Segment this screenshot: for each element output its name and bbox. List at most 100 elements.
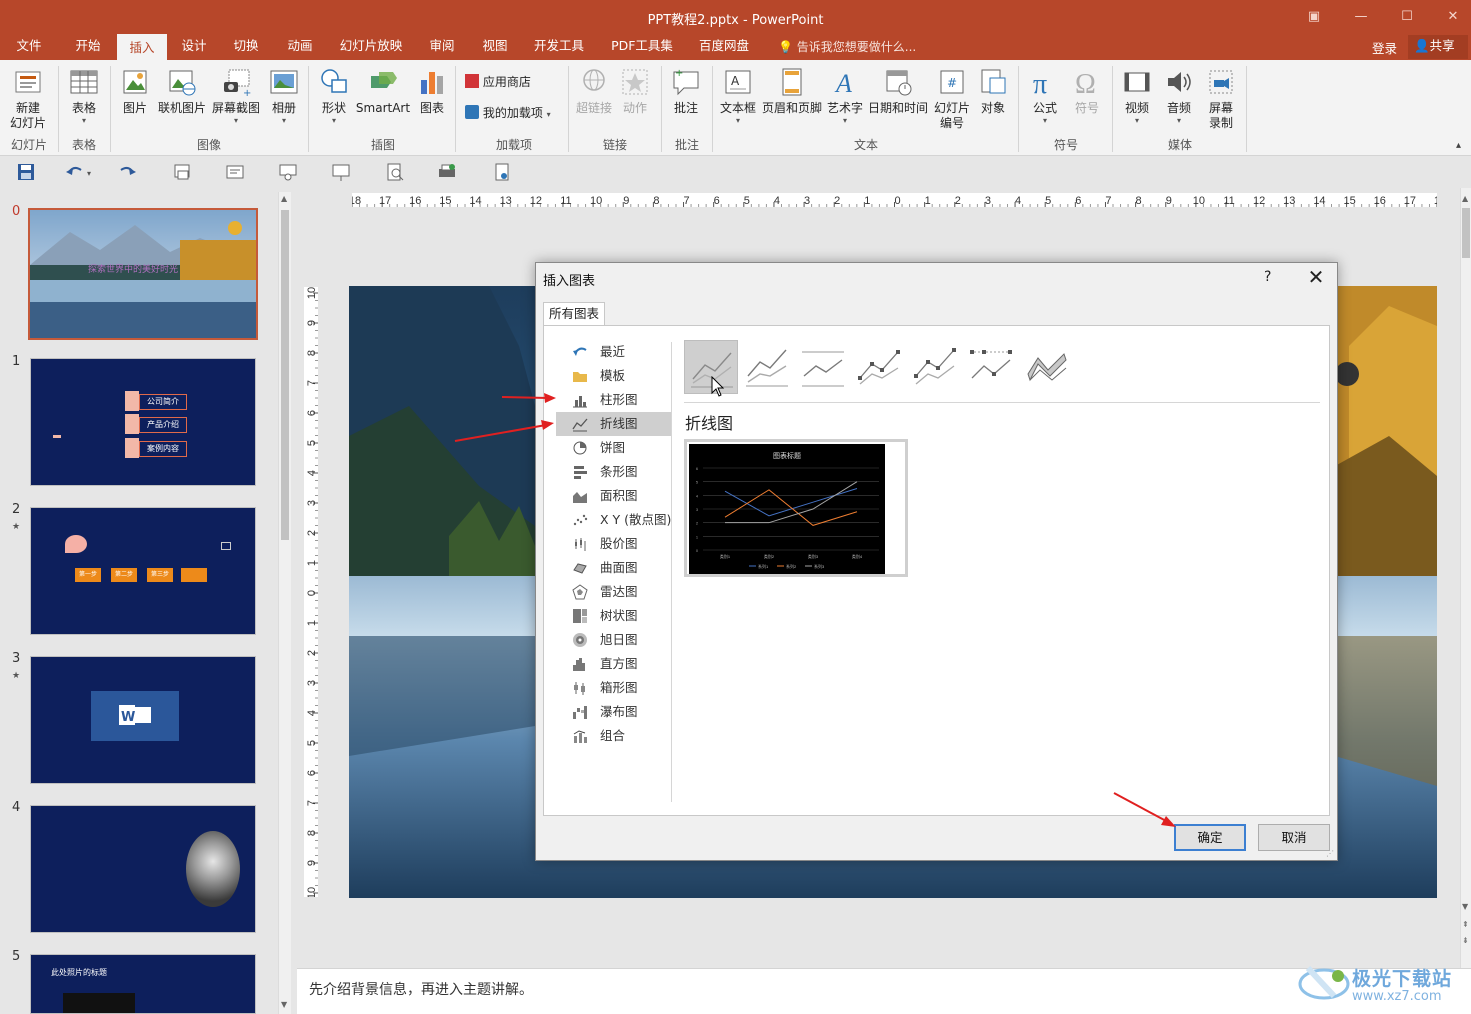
slide-thumbnail-3[interactable]: W bbox=[30, 656, 256, 784]
tab-home[interactable]: 开始 bbox=[64, 34, 112, 60]
category-pie[interactable]: 饼图 bbox=[556, 436, 672, 460]
category-combo[interactable]: 组合 bbox=[556, 724, 672, 748]
scroll-down-icon[interactable]: ▼ bbox=[281, 1000, 287, 1009]
online-picture-button[interactable]: 联机图片 bbox=[156, 66, 208, 116]
textbox-button[interactable]: A 文本框 ▾ bbox=[718, 66, 758, 125]
cancel-button[interactable]: 取消 bbox=[1258, 824, 1330, 851]
editor-scrollbar[interactable]: ▲ ▼ ⇞ ⇟ bbox=[1460, 188, 1471, 968]
thumbnails-scrollbar[interactable]: ▲ ▼ bbox=[278, 192, 291, 1014]
category-histogram[interactable]: 直方图 bbox=[556, 652, 672, 676]
tab-insert[interactable]: 插入 bbox=[117, 34, 167, 60]
collapse-ribbon-icon[interactable]: ▴ bbox=[1456, 140, 1461, 151]
store-button[interactable]: 应用商店 bbox=[465, 74, 561, 90]
category-stock[interactable]: 股价图 bbox=[556, 532, 672, 556]
category-surface[interactable]: 曲面图 bbox=[556, 556, 672, 580]
tab-view[interactable]: 视图 bbox=[473, 34, 517, 60]
category-scatter[interactable]: X Y (散点图) bbox=[556, 508, 672, 532]
tab-baidu-netdisk[interactable]: 百度网盘 bbox=[692, 34, 756, 60]
tab-developer[interactable]: 开发工具 bbox=[527, 34, 591, 60]
save-icon[interactable] bbox=[16, 162, 36, 182]
category-boxwhisker[interactable]: 箱形图 bbox=[556, 676, 672, 700]
my-addins-button[interactable]: 我的加载项 ▾ bbox=[465, 105, 565, 122]
scroll-up-icon[interactable]: ▲ bbox=[1462, 194, 1468, 203]
category-column[interactable]: 柱形图 bbox=[556, 388, 672, 412]
subtype-3d-line[interactable] bbox=[1020, 340, 1074, 394]
undo-icon[interactable]: ▾ bbox=[64, 162, 94, 182]
close-icon[interactable]: ✕ bbox=[1304, 265, 1328, 289]
subtype-stacked-line-markers[interactable] bbox=[908, 340, 962, 394]
scroll-thumb[interactable] bbox=[1462, 208, 1470, 258]
header-footer-button[interactable]: 页眉和页脚 bbox=[760, 66, 824, 116]
category-waterfall[interactable]: 瀑布图 bbox=[556, 700, 672, 724]
scroll-down-icon[interactable]: ▼ bbox=[1462, 902, 1468, 911]
tab-review[interactable]: 审阅 bbox=[420, 34, 464, 60]
layout-icon[interactable] bbox=[225, 162, 245, 182]
tab-file[interactable]: 文件 bbox=[8, 34, 50, 60]
slide-number-button[interactable]: # 幻灯片 编号 bbox=[932, 66, 972, 131]
slide-thumbnail-5[interactable]: 此处照片的标题 bbox=[30, 954, 256, 1014]
category-sunburst[interactable]: 旭日图 bbox=[556, 628, 672, 652]
print-icon[interactable] bbox=[437, 162, 457, 182]
tab-all-charts[interactable]: 所有图表 bbox=[543, 302, 605, 326]
slide-thumbnail-0[interactable]: 探索世界中的美好时光 bbox=[28, 208, 258, 340]
screen-record-button[interactable]: 屏幕 录制 bbox=[1202, 66, 1240, 131]
tell-me-box[interactable]: 💡 告诉我您想要做什么... bbox=[778, 38, 916, 55]
video-button[interactable]: 视频 ▾ bbox=[1118, 66, 1156, 125]
help-button[interactable]: ? bbox=[1264, 269, 1271, 285]
action-button[interactable]: 动作 bbox=[616, 66, 654, 116]
object-button[interactable]: 对象 bbox=[974, 66, 1012, 116]
tab-pdf-tools[interactable]: PDF工具集 bbox=[603, 34, 681, 60]
smartart-button[interactable]: SmartArt bbox=[354, 66, 412, 116]
notes-text[interactable]: 先介绍背景信息，再进入主题讲解。 bbox=[309, 979, 533, 999]
resize-grip-icon[interactable]: ⋰ bbox=[1326, 849, 1334, 858]
screenshot-button[interactable]: + 屏幕截图 ▾ bbox=[209, 66, 263, 125]
tab-animations[interactable]: 动画 bbox=[278, 34, 322, 60]
album-button[interactable]: 相册 ▾ bbox=[264, 66, 304, 125]
chart-button[interactable]: 图表 bbox=[413, 66, 451, 116]
minimize-button[interactable]: — bbox=[1350, 6, 1372, 28]
presenter-icon[interactable] bbox=[331, 162, 351, 182]
restore-ribbon-icon[interactable]: ▣ bbox=[1303, 6, 1325, 28]
redo-icon[interactable] bbox=[118, 162, 138, 182]
datetime-button[interactable]: 日期和时间 bbox=[866, 66, 930, 116]
slide-thumbnail-4[interactable] bbox=[30, 805, 256, 933]
share-button[interactable]: 👤共享 bbox=[1408, 35, 1468, 59]
category-templates[interactable]: 模板 bbox=[556, 364, 672, 388]
subtype-line-markers[interactable] bbox=[852, 340, 906, 394]
shapes-button[interactable]: 形状 ▾ bbox=[314, 66, 354, 125]
close-window-button[interactable]: ✕ bbox=[1442, 6, 1464, 28]
login-link[interactable]: 登录 bbox=[1372, 38, 1397, 57]
category-bar[interactable]: 条形图 bbox=[556, 460, 672, 484]
symbol-button[interactable]: Ω 符号 bbox=[1068, 66, 1106, 116]
table-button[interactable]: 表格 ▾ bbox=[62, 66, 106, 125]
comment-button[interactable]: + 批注 bbox=[666, 66, 706, 116]
subtype-stacked-line[interactable] bbox=[740, 340, 794, 394]
new-slide-button[interactable]: 新建 幻灯片 bbox=[4, 66, 52, 131]
slide-thumbnail-1[interactable]: 公司简介 产品介绍 案例内容 bbox=[30, 358, 256, 486]
preview-icon[interactable] bbox=[385, 162, 405, 182]
slide-thumbnail-2[interactable]: 第一步 第二步 第三步 bbox=[30, 507, 256, 635]
tab-design[interactable]: 设计 bbox=[172, 34, 216, 60]
chart-preview[interactable]: 图表标题 0 1 2 3 4 5 6 类别1 类别2 类别3 类别4 系列1 系列2 系列3 bbox=[684, 439, 908, 577]
next-slide-icon[interactable]: ⇟ bbox=[1462, 936, 1469, 945]
present-icon[interactable] bbox=[278, 162, 298, 182]
scroll-thumb[interactable] bbox=[281, 210, 289, 540]
hyperlink-button[interactable]: 超链接 bbox=[574, 66, 614, 116]
category-radar[interactable]: 雷达图 bbox=[556, 580, 672, 604]
category-area[interactable]: 面积图 bbox=[556, 484, 672, 508]
tab-transitions[interactable]: 切换 bbox=[224, 34, 268, 60]
maximize-button[interactable]: ☐ bbox=[1396, 6, 1418, 28]
audio-button[interactable]: 音频 ▾ bbox=[1160, 66, 1198, 125]
scroll-up-icon[interactable]: ▲ bbox=[281, 194, 287, 203]
tab-slideshow[interactable]: 幻灯片放映 bbox=[333, 34, 409, 60]
category-recent[interactable]: 最近 bbox=[556, 340, 672, 364]
prev-slide-icon[interactable]: ⇞ bbox=[1462, 920, 1469, 929]
equation-button[interactable]: π 公式 ▾ bbox=[1026, 66, 1064, 125]
category-treemap[interactable]: 树状图 bbox=[556, 604, 672, 628]
subtype-100-stacked-line[interactable] bbox=[796, 340, 850, 394]
document-icon[interactable] bbox=[492, 162, 512, 182]
from-beginning-icon[interactable] bbox=[172, 162, 192, 182]
ok-button[interactable]: 确定 bbox=[1174, 824, 1246, 851]
wordart-button[interactable]: A 艺术字 ▾ bbox=[825, 66, 865, 125]
subtype-100-line-markers[interactable] bbox=[964, 340, 1018, 394]
